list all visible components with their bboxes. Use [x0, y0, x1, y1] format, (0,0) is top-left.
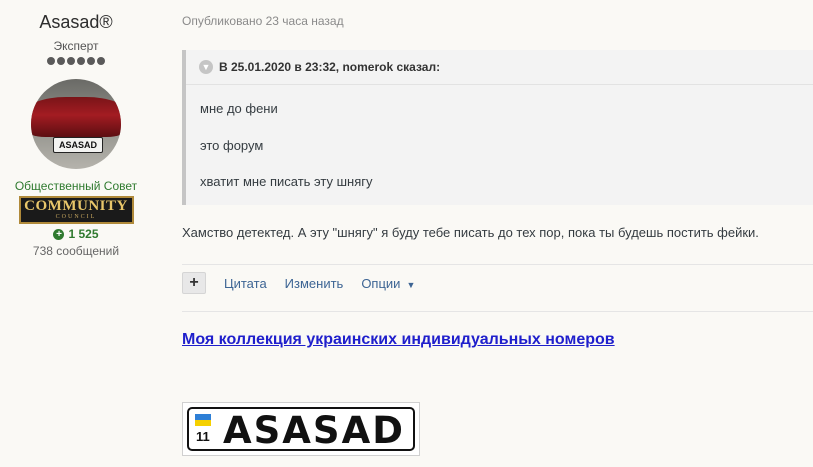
- rank-pip: [87, 57, 95, 65]
- badge-main-text: COMMUNITY: [24, 198, 128, 214]
- options-label: Опции: [361, 275, 401, 291]
- author-name[interactable]: Asasad®: [0, 12, 152, 33]
- quote-block: ▼ В 25.01.2020 в 23:32, nomerok сказал: …: [182, 50, 813, 205]
- divider: [182, 264, 813, 265]
- post-actions: + Цитата Изменить Опции ▼: [182, 272, 433, 294]
- quote-citation: В 25.01.2020 в 23:32, nomerok сказал:: [219, 60, 441, 74]
- options-button[interactable]: Опции ▼: [361, 276, 415, 291]
- rank-pip: [97, 57, 105, 65]
- badge-sub-text: COUNCIL: [55, 214, 97, 220]
- rank-pip: [57, 57, 65, 65]
- quote-button[interactable]: Цитата: [224, 276, 267, 291]
- post-count: 738 сообщений: [32, 244, 120, 258]
- rank-pip: [47, 57, 55, 65]
- ukraine-flag-icon: [195, 414, 211, 426]
- signature-link[interactable]: Моя коллекция украинских индивидуальных …: [182, 331, 615, 349]
- plate-text: ASASAD: [223, 409, 405, 452]
- quote-line: это форум: [200, 138, 264, 153]
- post-body: Хамство детектед. А эту "шнягу" я буду т…: [182, 225, 759, 240]
- plate-region: 11: [196, 429, 210, 444]
- author-panel: Asasad® Эксперт ASASAD Общественный Сове…: [0, 0, 152, 258]
- quote-header[interactable]: ▼ В 25.01.2020 в 23:32, nomerok сказал:: [186, 50, 813, 85]
- reputation-value: 1 525: [68, 227, 99, 241]
- plate-border: 11 ASASAD: [187, 407, 415, 452]
- plus-circle-icon: +: [53, 228, 65, 240]
- add-to-multiquote-button[interactable]: +: [182, 272, 206, 294]
- reputation: + 1 525: [0, 227, 152, 241]
- quote-line: мне до фени: [200, 101, 278, 116]
- rank-pip: [77, 57, 85, 65]
- rank-pips: [0, 57, 152, 65]
- divider: [182, 311, 813, 312]
- post-meta[interactable]: Опубликовано 23 часа назад: [182, 14, 344, 28]
- author-rank: Эксперт: [53, 39, 99, 53]
- edit-button[interactable]: Изменить: [285, 276, 344, 291]
- avatar[interactable]: ASASAD: [31, 79, 121, 169]
- avatar-plate: ASASAD: [53, 137, 103, 153]
- rank-pip: [67, 57, 75, 65]
- quote-line: хватит мне писать эту шнягу: [200, 174, 373, 189]
- caret-down-icon: ▼: [406, 279, 416, 290]
- author-group: Общественный Совет: [14, 179, 138, 193]
- signature-plate-image: 11 ASASAD: [182, 402, 420, 456]
- chevron-down-icon[interactable]: ▼: [199, 60, 213, 74]
- community-council-badge: COMMUNITY COUNCIL: [18, 196, 134, 224]
- avatar-car-image: [31, 97, 121, 137]
